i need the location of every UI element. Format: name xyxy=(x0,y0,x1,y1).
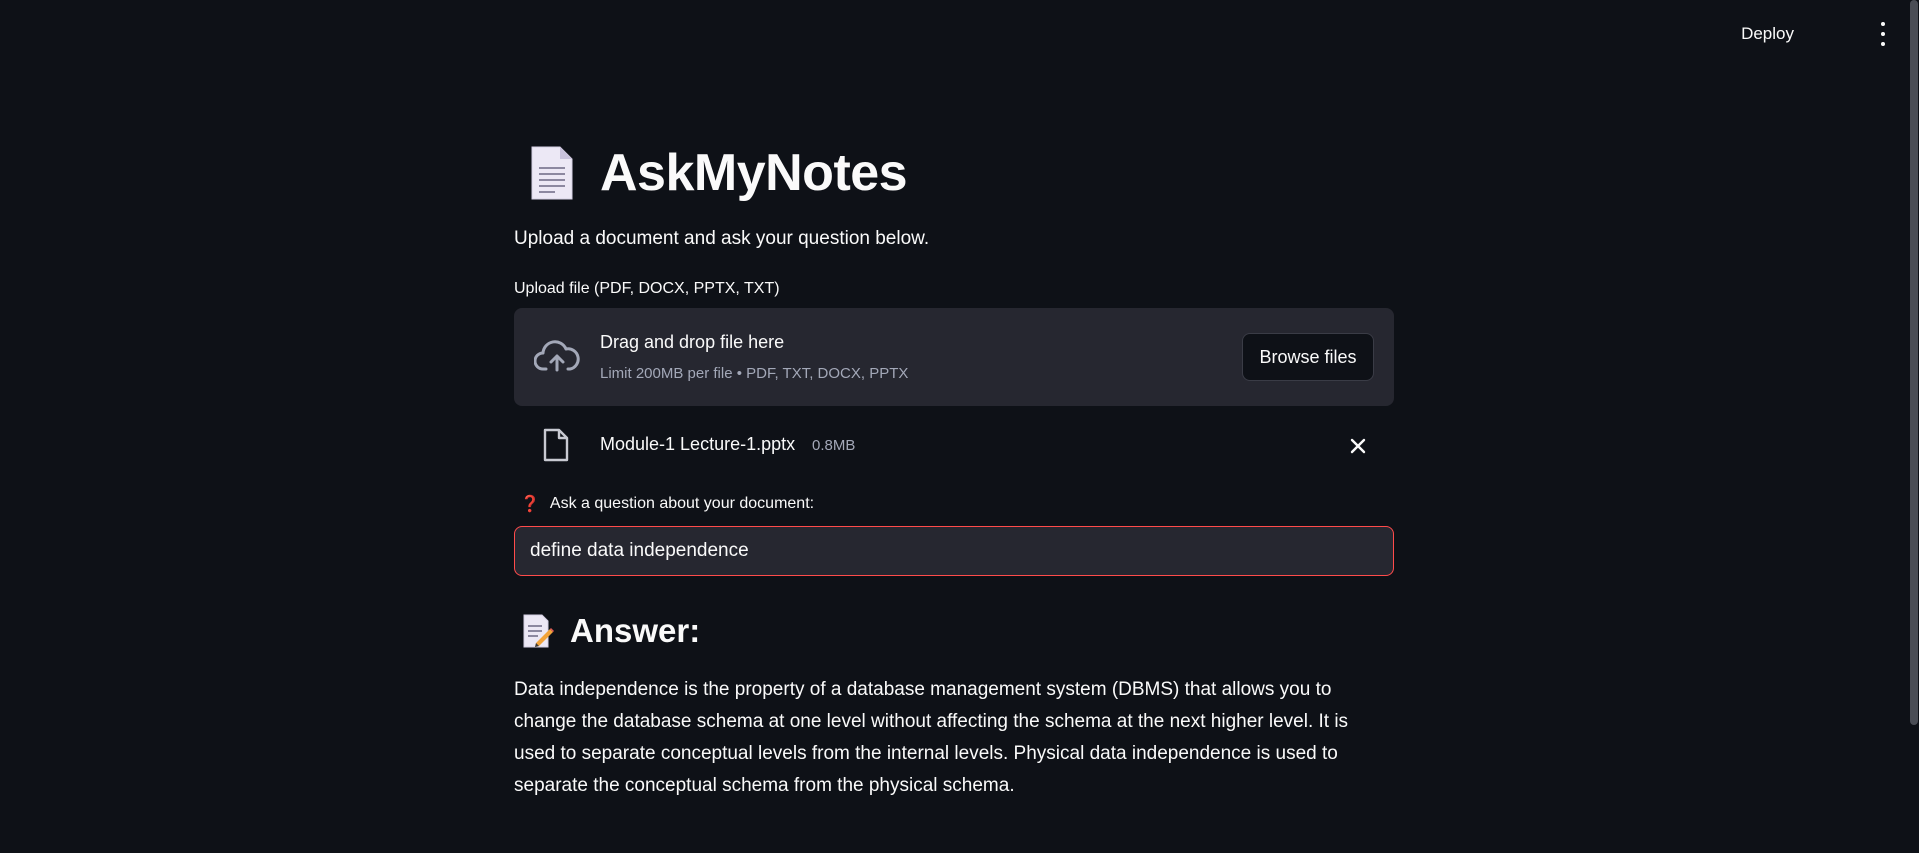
deploy-button[interactable]: Deploy xyxy=(1735,20,1800,48)
upload-label: Upload file (PDF, DOCX, PPTX, TXT) xyxy=(514,280,780,297)
question-label: ❓ Ask a question about your document: xyxy=(514,492,1394,516)
top-toolbar: Deploy xyxy=(0,0,1919,68)
app-root: Deploy AskMyNotes Upload a document and … xyxy=(0,0,1919,853)
uploaded-file-size: 0.8MB xyxy=(812,437,856,454)
page-title: AskMyNotes xyxy=(600,144,908,202)
question-mark-icon: ❓ xyxy=(520,496,540,513)
file-dropzone[interactable]: Drag and drop file here Limit 200MB per … xyxy=(514,308,1394,406)
question-input[interactable] xyxy=(514,526,1394,576)
close-icon[interactable] xyxy=(1346,434,1370,458)
browse-files-button[interactable]: Browse files xyxy=(1242,333,1374,381)
uploaded-file-name: Module-1 Lecture-1.pptx xyxy=(600,434,796,454)
dropzone-limit-text: Limit 200MB per file • PDF, TXT, DOCX, P… xyxy=(600,365,909,382)
question-label-text: Ask a question about your document: xyxy=(549,495,815,512)
uploaded-file-row: Module-1 Lecture-1.pptx 0.8MB xyxy=(514,406,1394,486)
page-subtitle: Upload a document and ask your question … xyxy=(514,228,930,249)
kebab-menu-icon[interactable] xyxy=(1871,20,1895,48)
answer-heading: Answer: xyxy=(570,612,701,649)
answer-header: Answer: xyxy=(514,610,1394,652)
main-content: AskMyNotes Upload a document and ask you… xyxy=(514,130,1394,802)
dropzone-title: Drag and drop file here xyxy=(600,332,785,352)
title-row: AskMyNotes xyxy=(514,130,1394,216)
cloud-upload-icon xyxy=(533,338,580,374)
answer-text: Data independence is the property of a d… xyxy=(514,679,1349,796)
page-scrollbar[interactable] xyxy=(1910,0,1918,725)
page-facing-up-icon xyxy=(528,145,576,201)
memo-icon xyxy=(522,613,554,649)
file-icon xyxy=(542,428,570,462)
